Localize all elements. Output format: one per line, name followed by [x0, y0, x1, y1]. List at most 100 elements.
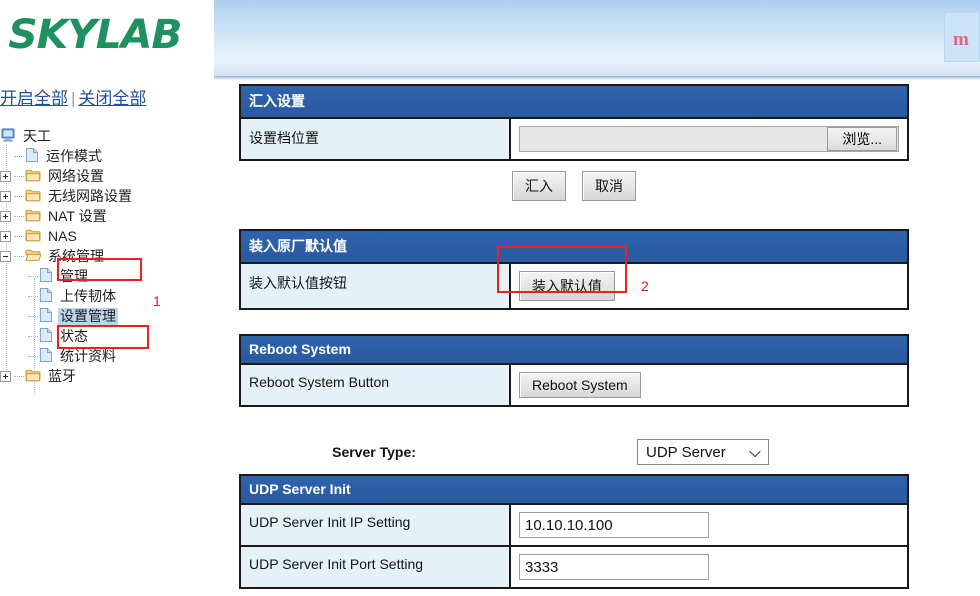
sidebar-label: NAS [48, 227, 77, 244]
page-icon [39, 287, 53, 306]
udp-port-value-cell [511, 547, 907, 587]
udp-port-label: UDP Server Init Port Setting [241, 547, 511, 587]
tree-connector [14, 195, 24, 197]
sidebar-label: 状态 [60, 327, 88, 344]
expand-toggle-icon[interactable] [0, 170, 11, 182]
sidebar-item-statistics[interactable]: 统计资料 [0, 346, 214, 366]
reboot-label: Reboot System Button [241, 365, 511, 405]
sidebar-label: 统计资料 [60, 347, 116, 364]
page-icon [39, 307, 53, 326]
tree-root-label: 天工 [23, 127, 51, 144]
page-icon [39, 327, 53, 346]
reboot-system-button[interactable]: Reboot System [519, 372, 641, 398]
main-content: 汇入设置 设置档位置 浏览... 汇入 取消 装入原厂默认值 装入默认值按钮 装… [239, 84, 909, 596]
sidebar-label: 系统管理 [48, 247, 104, 264]
sidebar-label: 运作模式 [46, 147, 102, 164]
panel-title: Reboot System [241, 336, 907, 365]
sidebar-label: 上传韧体 [60, 287, 116, 304]
sidebar-label: 管理 [60, 267, 88, 284]
folder-icon [25, 368, 41, 385]
sidebar-item-nas[interactable]: NAS [0, 226, 214, 246]
panel-title: 装入原厂默认值 [241, 231, 907, 264]
sidebar-item-wireless-settings[interactable]: 无线网路设置 [0, 186, 214, 206]
page-root: m SKYLAB 开启全部 | 关闭全部 天工 运作模式 网络设置 无线网路设置… [0, 0, 980, 596]
sidebar-item-operation-mode[interactable]: 运作模式 [0, 146, 214, 166]
sidebar-label-selected: 设置管理 [58, 307, 118, 325]
server-type-label: Server Type: [332, 444, 416, 460]
factory-default-value-cell: 装入默认值 2 [511, 264, 907, 308]
server-type-select[interactable]: UDP Server [637, 439, 769, 465]
sidebar-item-system-management[interactable]: 系统管理 [0, 246, 214, 266]
tree-connector [14, 235, 24, 237]
import-submit-button[interactable]: 汇入 [512, 171, 566, 201]
import-settings-panel: 汇入设置 设置档位置 浏览... [239, 84, 909, 161]
tree-connector [14, 375, 24, 377]
udp-port-input[interactable] [519, 554, 709, 580]
sidebar-label: 网络设置 [48, 167, 104, 184]
annotation-label-2: 2 [641, 278, 649, 294]
computer-icon [0, 127, 16, 146]
collapse-all-link[interactable]: 关闭全部 [78, 89, 146, 108]
expand-toggle-icon[interactable] [0, 370, 11, 382]
page-icon [39, 347, 53, 366]
collapse-toggle-icon[interactable] [0, 250, 11, 262]
import-file-label: 设置档位置 [241, 119, 511, 159]
sidebar-label: 无线网路设置 [48, 187, 132, 204]
tree-toolbar: 开启全部 | 关闭全部 [0, 84, 146, 109]
sidebar-item-firmware-upload[interactable]: 上传韧体 [0, 286, 214, 306]
file-name-field[interactable] [520, 127, 827, 151]
panel-title: 汇入设置 [241, 86, 907, 119]
header-banner [214, 0, 980, 76]
chevron-down-icon [751, 449, 762, 456]
reboot-system-panel: Reboot System Reboot System Button Reboo… [239, 334, 909, 407]
page-icon [39, 267, 53, 286]
expand-toggle-icon[interactable] [0, 210, 11, 222]
page-icon [25, 147, 39, 166]
tree-root-node[interactable]: 天工 [0, 126, 214, 146]
reboot-value-cell: Reboot System [511, 365, 907, 405]
table-row: Reboot System Button Reboot System [241, 365, 907, 405]
sidebar-item-network-settings[interactable]: 网络设置 [0, 166, 214, 186]
navigation-tree: 天工 运作模式 网络设置 无线网路设置 NAT 设置 NAS 系统管理 管理 上… [0, 126, 214, 394]
tree-connector [14, 215, 24, 217]
annotation-label-1: 1 [153, 293, 161, 309]
sidebar-label: 蓝牙 [48, 367, 76, 384]
expand-all-link[interactable]: 开启全部 [0, 89, 68, 108]
skylab-logo: SKYLAB [8, 12, 182, 58]
table-row: UDP Server Init Port Setting [241, 545, 907, 587]
factory-default-label: 装入默认值按钮 [241, 264, 511, 308]
header-banner-shadow [214, 76, 980, 80]
import-cancel-button[interactable]: 取消 [582, 171, 636, 201]
sidebar-item-status[interactable]: 状态 [0, 326, 214, 346]
udp-ip-label: UDP Server Init IP Setting [241, 505, 511, 545]
browse-button[interactable]: 浏览... [827, 127, 897, 151]
table-row: 装入默认值按钮 装入默认值 2 [241, 264, 907, 308]
tree-connector [28, 335, 38, 337]
toolbar-separator: | [71, 89, 76, 108]
sidebar-item-nat-settings[interactable]: NAT 设置 [0, 206, 214, 226]
tree-connector [14, 255, 24, 257]
folder-icon [25, 168, 41, 185]
sidebar-item-bluetooth[interactable]: 蓝牙 [0, 366, 214, 386]
sidebar-item-settings-management[interactable]: 设置管理 [0, 306, 214, 326]
sidebar-item-administration[interactable]: 管理 [0, 266, 214, 286]
file-input[interactable]: 浏览... [519, 126, 899, 152]
panel-title: UDP Server Init [241, 476, 907, 505]
sidebar-label: NAT 设置 [48, 207, 107, 224]
expand-toggle-icon[interactable] [0, 230, 11, 242]
load-defaults-button[interactable]: 装入默认值 [519, 271, 615, 301]
expand-toggle-icon[interactable] [0, 190, 11, 202]
import-button-row: 汇入 取消 [239, 161, 909, 201]
tree-connector [14, 175, 24, 177]
banner-partial-text: m [953, 29, 969, 50]
udp-ip-input[interactable] [519, 512, 709, 538]
folder-icon [25, 188, 41, 205]
factory-defaults-panel: 装入原厂默认值 装入默认值按钮 装入默认值 2 [239, 229, 909, 310]
udp-server-init-panel: UDP Server Init UDP Server Init IP Setti… [239, 474, 909, 589]
tree-connector [28, 275, 38, 277]
tree-connector [28, 295, 38, 297]
udp-ip-value-cell [511, 505, 907, 545]
